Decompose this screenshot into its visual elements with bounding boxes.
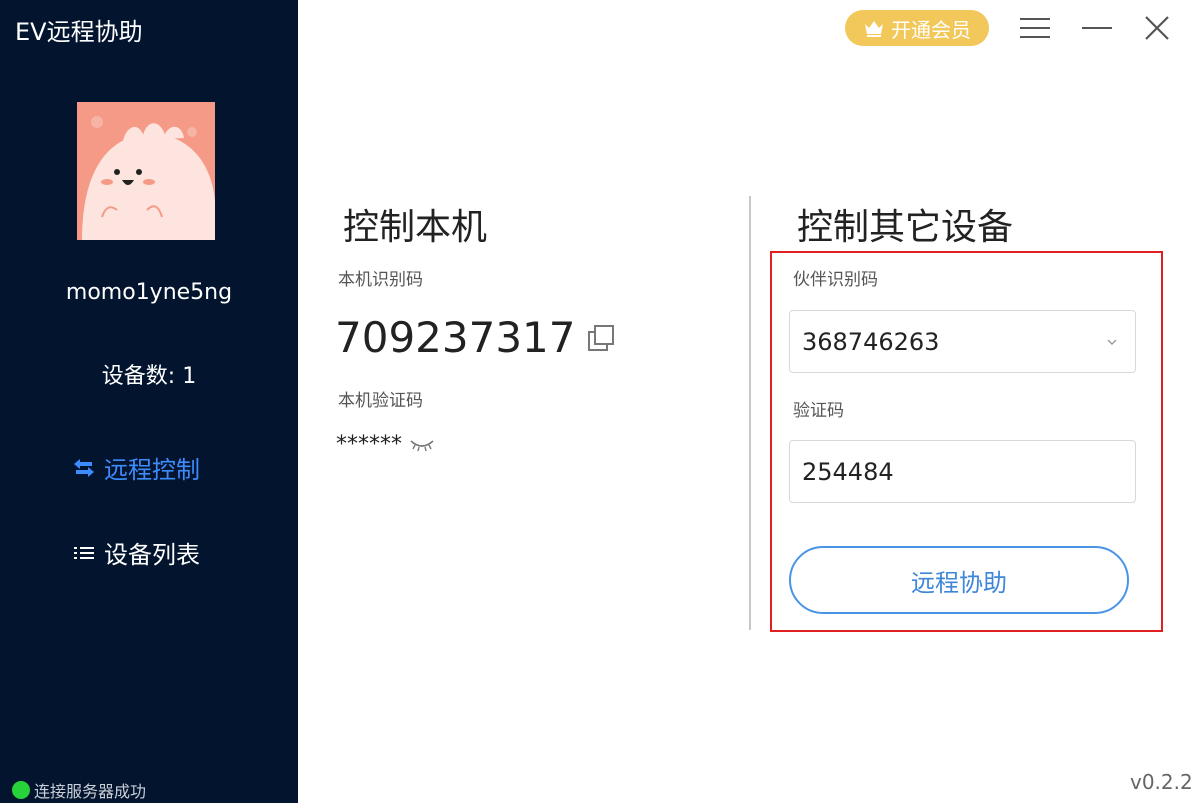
section-divider [749, 196, 751, 630]
partner-id-value: 368746263 [802, 327, 940, 356]
local-id: 709237317 [335, 313, 616, 362]
close-icon [1145, 16, 1169, 40]
copy-icon[interactable] [586, 323, 616, 353]
local-password-label: 本机验证码 [338, 391, 423, 411]
partner-id-select[interactable]: 368746263 [789, 310, 1136, 373]
local-password-value: ****** [336, 432, 402, 457]
local-id-value: 709237317 [335, 313, 576, 362]
nav-item-label: 设备列表 [104, 541, 200, 569]
version-label: v0.2.2 [1130, 770, 1193, 794]
menu-button[interactable] [1017, 10, 1053, 46]
close-button[interactable] [1139, 10, 1175, 46]
avatar[interactable] [77, 102, 215, 240]
status-dot-icon [12, 781, 30, 799]
nav-item-label: 远程控制 [104, 456, 200, 484]
connection-status: 连接服务器成功 [12, 778, 146, 802]
verify-code-input[interactable]: 254484 [789, 440, 1136, 503]
device-count: 设备数: 1 [101, 364, 197, 389]
username: momo1yne5ng [65, 280, 233, 305]
local-section-title: 控制本机 [343, 207, 488, 248]
vip-button[interactable]: 开通会员 [845, 10, 989, 46]
minimize-button[interactable] [1079, 10, 1115, 46]
minimize-icon [1082, 27, 1112, 29]
avatar-image [77, 102, 215, 240]
verify-code-value: 254484 [802, 457, 894, 486]
app-title: EV远程协助 [15, 18, 143, 46]
swap-arrows-icon [70, 454, 98, 482]
local-id-label: 本机识别码 [338, 270, 423, 290]
chevron-down-icon[interactable] [1105, 335, 1119, 349]
eye-closed-icon[interactable] [408, 435, 436, 455]
vip-label: 开通会员 [891, 17, 971, 42]
status-text: 连接服务器成功 [34, 782, 147, 801]
remote-assist-button[interactable]: 远程协助 [789, 546, 1129, 614]
hamburger-icon [1020, 18, 1050, 38]
crown-icon [865, 21, 883, 37]
nav-item-device-list[interactable]: 设备列表 [70, 535, 200, 570]
local-password: ****** [336, 432, 436, 457]
nav-item-remote-control[interactable]: 远程控制 [70, 450, 200, 485]
remote-section-title: 控制其它设备 [797, 207, 1014, 248]
verify-code-label: 验证码 [793, 401, 844, 421]
list-icon [70, 539, 98, 567]
sidebar: EV远程协助 momo1yne5ng 设备数: 1 远程控制 设备列表 连接服务… [0, 0, 298, 803]
partner-id-label: 伙伴识别码 [793, 270, 878, 290]
